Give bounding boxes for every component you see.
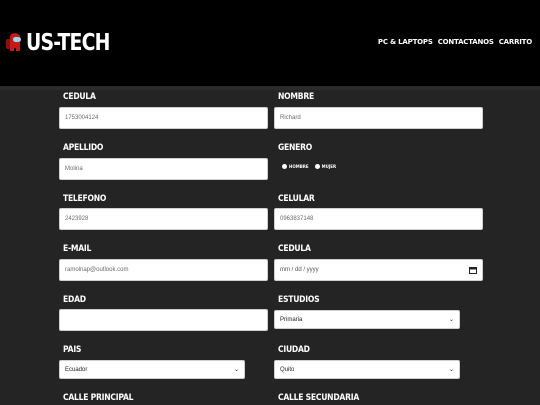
celular-input[interactable]: 0963837148 xyxy=(274,208,483,230)
cedula-label: CEDULA xyxy=(63,92,96,102)
ciudad-select[interactable]: Quito ⌄ xyxy=(274,360,460,379)
cedula2-label: CEDULA xyxy=(278,244,311,254)
nav-pc-laptops[interactable]: PC & LAPTOPS xyxy=(378,38,433,46)
form-top-strip xyxy=(0,86,540,90)
genero-radio-group: HOMBRE MUJER xyxy=(282,164,340,169)
pais-select[interactable]: Ecuador ⌄ xyxy=(59,360,245,379)
date-input[interactable]: mm / dd / yyyy xyxy=(274,259,483,281)
nav-carrito[interactable]: CARRITO xyxy=(499,38,532,46)
ciudad-label: CIUDAD xyxy=(278,345,310,355)
apellido-input[interactable]: Molina xyxy=(59,158,268,180)
radio-mujer-label: MUJER xyxy=(321,164,337,169)
brand-name: US-TECH xyxy=(26,30,110,56)
telefono-input[interactable]: 2423928 xyxy=(59,208,268,230)
chevron-down-icon: ⌄ xyxy=(448,367,454,373)
pais-label: PAIS xyxy=(63,345,82,355)
main-nav: PC & LAPTOPS CONTACTANOS CARRITO xyxy=(378,38,532,46)
site-header: US-TECH PC & LAPTOPS CONTACTANOS CARRITO xyxy=(0,0,540,86)
calendar-icon[interactable] xyxy=(469,266,477,274)
brand-logo[interactable]: US-TECH xyxy=(5,30,128,56)
radio-hombre[interactable] xyxy=(282,164,287,169)
nombre-label: NOMBRE xyxy=(278,92,314,102)
celular-label: CELULAR xyxy=(278,194,315,204)
radio-mujer[interactable] xyxy=(314,164,320,169)
nav-contactanos[interactable]: CONTACTANOS xyxy=(438,38,494,46)
email-input[interactable]: ramolnap@outlook.com xyxy=(59,259,268,281)
calle-principal-label: CALLE PRINCIPAL xyxy=(63,393,134,403)
genero-label: GENERO xyxy=(278,143,312,153)
email-label: E-MAIL xyxy=(63,244,92,254)
crewmate-icon xyxy=(6,33,21,51)
radio-hombre-label: HOMBRE xyxy=(289,164,309,169)
telefono-label: TELEFONO xyxy=(63,194,107,204)
apellido-label: APELLIDO xyxy=(63,143,104,153)
cedula-input[interactable]: 1753004124 xyxy=(59,107,268,129)
edad-input[interactable] xyxy=(59,309,268,331)
chevron-down-icon: ⌄ xyxy=(233,367,239,373)
estudios-label: ESTUDIOS xyxy=(278,295,320,305)
calle-secundaria-label: CALLE SECUNDARIA xyxy=(278,393,359,403)
nombre-input[interactable]: Richard xyxy=(274,107,483,129)
edad-label: EDAD xyxy=(63,295,86,305)
chevron-down-icon: ⌄ xyxy=(448,317,454,323)
estudios-select[interactable]: Primaria ⌄ xyxy=(274,310,460,329)
